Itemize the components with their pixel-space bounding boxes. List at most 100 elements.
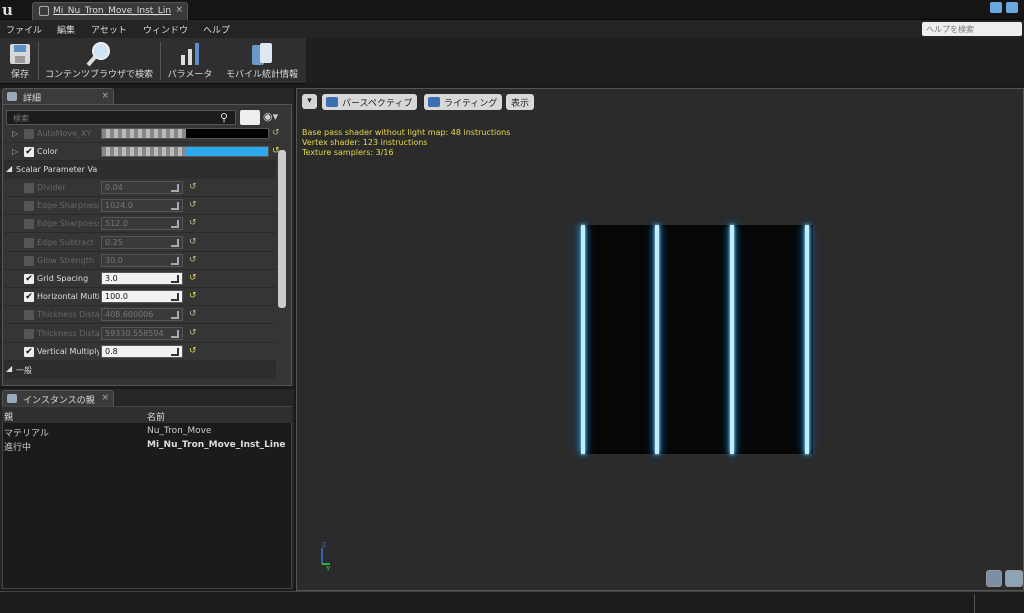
param-name: Vertical Multiply (37, 346, 99, 356)
close-tab-icon[interactable]: × (101, 91, 109, 101)
param-value: 100.0 (105, 292, 128, 302)
general-category-header[interactable]: ◢ 一般 (4, 361, 276, 379)
scalar-param-row: Edge Subtract 0.25 ↺ (4, 234, 276, 252)
table-row[interactable]: 進行中 Mi_Nu_Tron_Move_Inst_Line (2, 439, 292, 453)
param-value-input[interactable]: 30.0 (101, 253, 183, 267)
perspective-button[interactable]: パースペクティブ (322, 94, 418, 110)
param-value-input[interactable]: 100.0 (101, 290, 183, 304)
lighting-icon (428, 97, 440, 107)
shader-stats: Base pass shader without light map: 48 i… (302, 128, 510, 158)
preview-mesh-button[interactable] (986, 570, 1002, 587)
document-tab[interactable]: Mi_Nu_Tron_Move_Inst_Lin × (32, 2, 188, 20)
reset-icon[interactable]: ↺ (189, 291, 197, 301)
reset-icon[interactable]: ↺ (189, 346, 197, 356)
tab-details[interactable]: 詳細 × (2, 88, 114, 104)
eye-icon[interactable]: ◉▾ (263, 110, 289, 125)
parameters-label: パラメータ (167, 70, 213, 80)
reset-icon[interactable]: ↺ (272, 128, 280, 138)
viewport-menu-button[interactable]: ▾ (302, 94, 317, 109)
view-options-icon[interactable] (240, 110, 260, 125)
general-category-label: 一般 (16, 366, 32, 375)
glow-line (730, 225, 734, 454)
save-button[interactable]: 保存 (4, 40, 36, 82)
mobile-stats-button[interactable]: モバイル統計情報 (221, 40, 303, 82)
sphere-preview-icon[interactable] (1005, 570, 1023, 587)
param-row-color: ▷ ✔ Color ↺ (4, 143, 280, 161)
flag-icon[interactable] (1006, 2, 1018, 13)
browse-button[interactable]: コンテンツブラウザで検索 (40, 40, 158, 82)
override-checkbox[interactable]: ✔ (24, 274, 34, 284)
search-icon[interactable]: ⚲ (220, 111, 234, 124)
override-checkbox[interactable] (24, 183, 34, 193)
menu-help[interactable]: ヘルプ (203, 23, 230, 36)
reset-icon[interactable]: ↺ (189, 218, 197, 228)
param-value-input[interactable]: 3.0 (101, 272, 183, 285)
reset-icon[interactable]: ↺ (189, 273, 197, 283)
override-checkbox[interactable] (24, 255, 34, 266)
table-row[interactable]: マテリアル Nu_Tron_Move (2, 425, 292, 439)
param-value-input[interactable]: 1024.0 (101, 199, 183, 213)
param-value-input[interactable]: 0.04 (101, 181, 183, 194)
spin-arrow-icon (171, 347, 179, 356)
param-name: Glow Strength (37, 255, 95, 265)
reset-icon[interactable]: ↺ (189, 200, 197, 210)
override-checkbox[interactable] (24, 129, 34, 139)
close-tab-icon[interactable]: × (175, 5, 183, 15)
param-value: 1024.0 (105, 201, 133, 211)
color-swatch[interactable] (101, 128, 269, 139)
details-search-input[interactable]: 検索 (6, 110, 236, 125)
help-search-input[interactable]: ヘルプを検索 (922, 22, 1022, 36)
scalar-param-row: Edge Sharpness 512.0 ↺ (4, 215, 276, 234)
color-swatch[interactable] (101, 146, 269, 157)
details-scrollbar[interactable] (278, 150, 286, 308)
param-value-input[interactable]: 59330.558594 (101, 326, 183, 340)
column-name: 名前 (147, 413, 166, 423)
override-checkbox[interactable] (24, 310, 34, 321)
param-name: AutoMove_XY (37, 129, 92, 138)
param-value-input[interactable]: 0.8 (101, 344, 183, 358)
override-checkbox[interactable]: ✔ (24, 292, 34, 303)
spin-arrow-icon (171, 220, 179, 229)
param-name: Edge Sharpness (37, 201, 99, 211)
menu-edit[interactable]: 編集 (57, 23, 75, 36)
param-value: 512.0 (105, 219, 128, 229)
override-checkbox[interactable]: ✔ (24, 147, 34, 157)
perspective-icon (326, 97, 338, 107)
override-checkbox[interactable] (24, 219, 34, 230)
override-checkbox[interactable]: ✔ (24, 346, 34, 357)
tab-instance-parents[interactable]: インスタンスの親 × (2, 390, 114, 406)
menu-file[interactable]: ファイル (6, 23, 42, 36)
override-checkbox[interactable] (24, 201, 34, 212)
reset-icon[interactable]: ↺ (189, 237, 197, 247)
lighting-button[interactable]: ライティング (424, 94, 503, 110)
close-tab-icon[interactable]: × (101, 393, 109, 403)
magnifier-icon (86, 42, 110, 67)
status-bar (0, 591, 1024, 613)
reset-icon[interactable]: ↺ (189, 328, 197, 338)
expand-arrow-icon[interactable]: ▷ (12, 147, 18, 156)
parameters-button[interactable]: パラメータ (163, 40, 217, 82)
expand-arrow-icon[interactable]: ▷ (12, 129, 18, 138)
param-value-input[interactable]: 408.600006 (101, 308, 183, 322)
info-icon (7, 92, 17, 101)
menu-bar: ファイル 編集 アセット ウィンドウ ヘルプ (0, 20, 1024, 38)
param-value-input[interactable]: 512.0 (101, 217, 183, 231)
spin-arrow-icon (171, 256, 179, 265)
toolbar-divider (160, 42, 161, 80)
menu-window[interactable]: ウィンドウ (143, 23, 188, 36)
reset-icon[interactable]: ↺ (189, 255, 197, 265)
lighting-label: ライティング (444, 99, 498, 109)
reset-icon[interactable]: ↺ (189, 309, 197, 319)
reset-icon[interactable]: ↺ (189, 182, 197, 192)
scalar-param-row: Thickness Dista 408.600006 ↺ (4, 306, 276, 325)
override-checkbox[interactable] (24, 328, 34, 339)
spin-arrow-icon (171, 238, 179, 247)
instance-table-header: 親 名前 (2, 407, 292, 423)
show-button[interactable]: 表示 (506, 94, 535, 110)
param-value-input[interactable]: 0.25 (101, 235, 183, 249)
color-value (186, 129, 268, 138)
menu-asset[interactable]: アセット (91, 23, 127, 36)
scalar-category-header[interactable]: ◢ Scalar Parameter Va (4, 161, 276, 179)
override-checkbox[interactable] (24, 237, 34, 248)
feedback-icon[interactable] (990, 2, 1002, 13)
